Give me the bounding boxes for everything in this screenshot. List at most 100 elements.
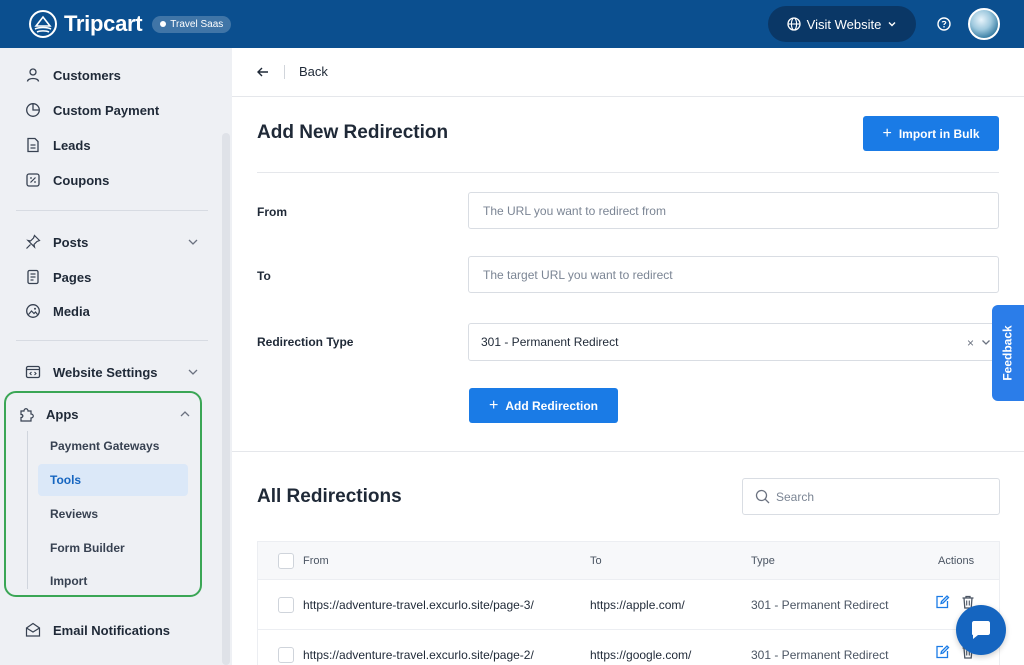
document-icon (27, 137, 39, 153)
sidebar-item-coupons[interactable]: Coupons (16, 165, 206, 195)
separator (284, 64, 285, 79)
chevron-down-icon[interactable] (980, 336, 992, 348)
row-to-url: https://apple.com/ (590, 597, 685, 612)
edit-icon[interactable] (934, 644, 950, 660)
clear-selection-icon[interactable]: × (967, 336, 974, 350)
subitem-label: Reviews (50, 507, 99, 521)
media-icon (26, 304, 40, 318)
row-to-url: https://google.com/ (590, 647, 692, 662)
subitem-label: Import (50, 574, 88, 588)
sidebar-subitem-payment-gateways[interactable]: Payment Gateways (38, 430, 188, 462)
redirection-type-select[interactable]: 301 - Permanent Redirect × (468, 323, 999, 361)
row-type: 301 - Permanent Redirect (751, 647, 889, 662)
mail-icon (25, 622, 41, 637)
visit-website-label: Visit Website (806, 16, 882, 32)
row-from-url: https://adventure-travel.excurlo.site/pa… (303, 597, 534, 612)
sidebar-item-apps[interactable]: Apps (18, 401, 194, 427)
table-row: https://adventure-travel.excurlo.site/pa… (257, 630, 1000, 665)
from-label: From (257, 205, 287, 219)
header-divider (232, 96, 1024, 97)
arrow-left-icon (257, 67, 268, 76)
sidebar-item-label: Website Settings (53, 364, 158, 380)
table-header: From To Type Actions (257, 541, 1000, 580)
sidebar-item-posts[interactable]: Posts (16, 227, 206, 257)
column-header-type: Type (751, 554, 775, 567)
chevron-down-icon[interactable] (186, 365, 200, 379)
table-row: https://adventure-travel.excurlo.site/pa… (257, 580, 1000, 630)
import-in-bulk-button[interactable]: + Import in Bulk (863, 116, 999, 151)
edit-icon[interactable] (934, 594, 950, 610)
back-link[interactable]: Back (256, 64, 328, 79)
apps-label: Apps (46, 406, 79, 422)
select-all-checkbox[interactable] (278, 552, 294, 569)
page-title: Add New Redirection (257, 122, 449, 143)
chevron-down-icon (888, 22, 896, 27)
pie-chart-icon (26, 103, 40, 117)
row-checkbox[interactable] (278, 596, 294, 613)
coupon-icon (26, 173, 40, 187)
feedback-label: Feedback (1001, 325, 1016, 381)
sidebar-subitem-tools[interactable]: Tools (38, 464, 188, 496)
sidebar: Customers Custom Payment Leads Coupons P… (0, 48, 231, 665)
sidebar-subitem-reviews[interactable]: Reviews (38, 498, 188, 530)
sidebar-item-label: Coupons (53, 172, 110, 188)
user-avatar[interactable] (968, 8, 1000, 40)
column-header-from: From (303, 554, 329, 567)
sidebar-item-custom-payment[interactable]: Custom Payment (16, 95, 206, 125)
redirections-table: From To Type Actions https://adventure-t… (257, 541, 1000, 665)
badge-dot-icon (160, 21, 167, 27)
sidebar-item-media[interactable]: Media (16, 296, 206, 326)
column-header-actions: Actions (938, 554, 975, 567)
search-input[interactable]: Search (742, 478, 1000, 515)
back-label: Back (299, 64, 328, 79)
from-url-input[interactable] (468, 192, 999, 229)
chevron-down-icon[interactable] (186, 235, 200, 249)
sidebar-item-label: Pages (53, 269, 92, 285)
brand-logo[interactable]: Tripcart (28, 9, 143, 39)
website-settings-icon (25, 365, 41, 379)
search-placeholder: Search (776, 489, 815, 504)
sidebar-item-label: Posts (53, 234, 89, 250)
user-icon (26, 68, 40, 82)
chat-bubble-icon (972, 621, 990, 639)
section-divider (232, 451, 1024, 452)
sidebar-item-label: Leads (53, 137, 91, 153)
plan-badge-label: Travel Saas (170, 18, 224, 30)
sidebar-item-label: Customers (53, 67, 121, 83)
page-icon (27, 269, 39, 285)
sidebar-subitem-form-builder[interactable]: Form Builder (38, 532, 188, 564)
sidebar-item-pages[interactable]: Pages (16, 262, 206, 292)
sidebar-item-customers[interactable]: Customers (16, 60, 206, 90)
all-redirections-title: All Redirections (257, 486, 402, 507)
sidebar-item-leads[interactable]: Leads (16, 130, 206, 160)
visit-website-button[interactable]: Visit Website (768, 6, 916, 42)
subitem-label: Form Builder (50, 541, 125, 555)
redirection-type-label: Redirection Type (257, 335, 354, 349)
chevron-up-icon[interactable] (178, 407, 192, 421)
help-icon[interactable] (934, 14, 954, 34)
row-from-url: https://adventure-travel.excurlo.site/pa… (303, 647, 534, 662)
feedback-tab[interactable]: Feedback (992, 305, 1024, 401)
redirection-type-value: 301 - Permanent Redirect (481, 335, 619, 349)
to-label: To (257, 269, 271, 283)
to-url-input[interactable] (468, 256, 999, 293)
subitem-label: Payment Gateways (50, 439, 160, 453)
subitem-label: Tools (50, 473, 82, 487)
globe-icon (787, 17, 801, 31)
import-in-bulk-label: Import in Bulk (898, 126, 980, 141)
puzzle-icon (20, 408, 34, 422)
add-redirection-button[interactable]: + Add Redirection (469, 388, 618, 423)
sidebar-item-label: Custom Payment (53, 102, 160, 118)
chat-widget-button[interactable] (956, 605, 1006, 655)
tripcart-logo-icon (29, 10, 57, 38)
sidebar-item-email-notifications[interactable]: Email Notifications (16, 615, 206, 645)
row-type: 301 - Permanent Redirect (751, 597, 889, 612)
sidebar-item-label: Email Notifications (53, 622, 171, 638)
sidebar-subitem-import[interactable]: Import (38, 565, 188, 597)
column-header-to: To (590, 554, 602, 567)
sidebar-scrollbar[interactable] (222, 133, 230, 665)
sidebar-item-website-settings[interactable]: Website Settings (16, 357, 206, 387)
sidebar-item-label: Media (53, 303, 90, 319)
row-checkbox[interactable] (278, 646, 294, 663)
sidebar-divider (16, 340, 208, 341)
